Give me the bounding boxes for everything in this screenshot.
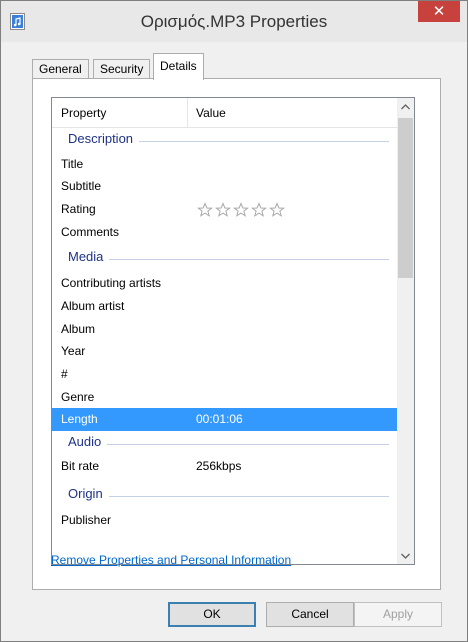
list-item-track-number[interactable]: #	[52, 363, 399, 386]
property-label: Publisher	[61, 513, 112, 527]
property-label: Subtitle	[61, 179, 102, 193]
rating-stars[interactable]	[197, 202, 285, 218]
remove-properties-link[interactable]: Remove Properties and Personal Informati…	[51, 553, 291, 567]
star-icon[interactable]	[215, 202, 231, 218]
list-item-genre[interactable]: Genre	[52, 386, 399, 409]
column-divider[interactable]	[187, 98, 188, 128]
title-bar[interactable]: Ορισμός.MP3 Properties ✕	[1, 1, 467, 42]
tab-details[interactable]: Details	[153, 53, 204, 80]
star-icon[interactable]	[233, 202, 249, 218]
property-label: Bit rate	[61, 459, 100, 473]
property-label: Album	[61, 322, 96, 336]
group-description: Description	[52, 129, 399, 152]
window-title: Ορισμός.MP3 Properties	[140, 12, 328, 31]
scroll-up-button[interactable]	[397, 98, 414, 115]
scrollbar-thumb[interactable]	[398, 118, 413, 278]
column-header-value[interactable]: Value	[196, 98, 226, 128]
group-divider	[72, 444, 389, 445]
tab-general[interactable]: General	[32, 59, 89, 79]
close-button[interactable]: ✕	[418, 1, 460, 22]
star-icon[interactable]	[197, 202, 213, 218]
property-label: Album artist	[61, 299, 125, 313]
property-label: Title	[61, 157, 84, 171]
group-divider	[72, 496, 389, 497]
chevron-up-icon	[401, 103, 410, 109]
list-item-title[interactable]: Title	[52, 153, 399, 176]
property-label: Length	[61, 412, 98, 426]
group-audio: Audio	[52, 432, 399, 455]
list-item-bit-rate[interactable]: Bit rate 256kbps	[52, 455, 399, 478]
property-value: 256kbps	[196, 459, 242, 473]
apply-button[interactable]: Apply	[354, 602, 442, 627]
list-item-comments[interactable]: Comments	[52, 221, 399, 244]
group-label: Audio	[68, 434, 108, 449]
star-icon[interactable]	[269, 202, 285, 218]
ok-button[interactable]: OK	[168, 602, 256, 627]
list-item-length[interactable]: Length 00:01:06	[52, 408, 399, 431]
list-item-album[interactable]: Album	[52, 318, 399, 341]
list-item-album-artist[interactable]: Album artist	[52, 295, 399, 318]
list-item-rating[interactable]: Rating	[52, 198, 399, 221]
vertical-scrollbar[interactable]	[397, 98, 414, 564]
property-label: Genre	[61, 390, 95, 404]
scroll-down-button[interactable]	[397, 547, 414, 564]
property-value: 00:01:06	[196, 412, 243, 426]
list-item-contributing-artists[interactable]: Contributing artists	[52, 272, 399, 295]
property-label: Comments	[61, 225, 120, 239]
list-header: Property Value	[52, 98, 414, 128]
tab-security[interactable]: Security	[93, 59, 151, 79]
list-item-subtitle[interactable]: Subtitle	[52, 175, 399, 198]
cancel-button[interactable]: Cancel	[266, 602, 354, 627]
group-divider	[72, 259, 389, 260]
group-media: Media	[52, 247, 399, 270]
star-icon[interactable]	[251, 202, 267, 218]
properties-window: Ορισμός.MP3 Properties ✕ General Securit…	[0, 0, 468, 642]
property-label: #	[61, 367, 68, 381]
chevron-down-icon	[401, 553, 410, 559]
group-label: Media	[68, 249, 110, 264]
column-header-property[interactable]: Property	[61, 98, 106, 128]
property-label: Rating	[61, 202, 96, 216]
property-label: Year	[61, 344, 86, 358]
property-label: Contributing artists	[61, 276, 162, 290]
group-label: Description	[68, 131, 140, 146]
list-item-year[interactable]: Year	[52, 340, 399, 363]
details-list[interactable]: Property Value Description Title Subtitl…	[51, 97, 415, 565]
group-origin: Origin	[52, 484, 399, 507]
list-item-publisher[interactable]: Publisher	[52, 509, 399, 532]
group-label: Origin	[68, 486, 109, 501]
